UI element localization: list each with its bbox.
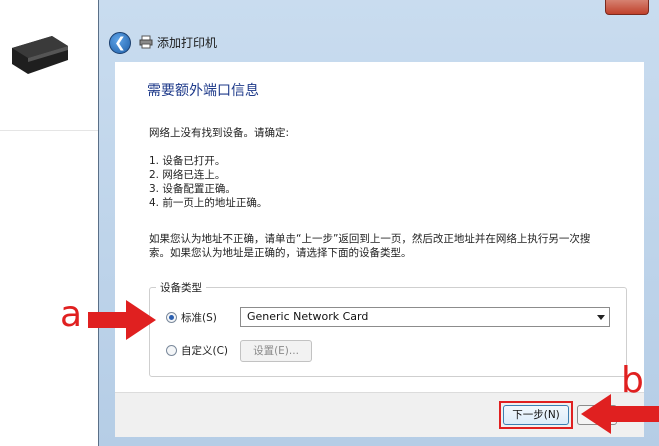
settings-button[interactable]: 设置(E)... <box>240 340 312 362</box>
checklist-item: 4. 前一页上的地址正确。 <box>149 197 268 209</box>
annotation-letter-a: a <box>60 294 83 335</box>
standard-radio[interactable] <box>166 312 177 323</box>
next-button[interactable]: 下一步(N) <box>503 405 569 425</box>
page-heading: 需要额外端口信息 <box>147 83 259 99</box>
note-text-line2: 索。如果您认为地址是正确的，请选择下面的设备类型。 <box>149 247 412 259</box>
add-printer-dialog: ❮ 添加打印机 需要额外端口信息 网络上没有找到设备。请确定: 1. 设备已打开… <box>98 0 659 446</box>
custom-radio-label[interactable]: 自定义(C) <box>181 343 228 358</box>
annotation-arrow-b <box>581 394 659 434</box>
background-divider <box>0 130 100 131</box>
device-type-select[interactable]: Generic Network Card <box>240 307 610 327</box>
chevron-down-icon[interactable] <box>597 315 605 320</box>
checklist-item: 2. 网络已连上。 <box>149 169 226 181</box>
checklist-item: 3. 设备配置正确。 <box>149 183 236 195</box>
checklist-item: 1. 设备已打开。 <box>149 155 226 167</box>
printer-icon <box>139 35 153 49</box>
wizard-content: 需要额外端口信息 网络上没有找到设备。请确定: 1. 设备已打开。 2. 网络已… <box>115 62 644 392</box>
title-bar: ❮ 添加打印机 <box>99 0 659 62</box>
annotation-arrow-a <box>88 300 156 340</box>
device-type-label: 设备类型 <box>156 280 206 295</box>
intro-text: 网络上没有找到设备。请确定: <box>149 127 290 139</box>
printer-device-icon <box>12 36 68 74</box>
device-type-value: Generic Network Card <box>247 310 369 323</box>
back-arrow-icon[interactable]: ❮ <box>109 32 131 54</box>
window-title: 添加打印机 <box>157 36 218 50</box>
standard-radio-label[interactable]: 标准(S) <box>181 310 217 325</box>
device-type-group: 设备类型 标准(S) Generic Network Card 自定义(C) 设… <box>149 280 627 377</box>
custom-radio[interactable] <box>166 345 177 356</box>
note-text-line1: 如果您认为地址不正确，请单击“上一步”返回到上一页，然后改正地址并在网络上执行另… <box>149 233 591 245</box>
wizard-footer: 下一步(N) <box>115 392 644 437</box>
